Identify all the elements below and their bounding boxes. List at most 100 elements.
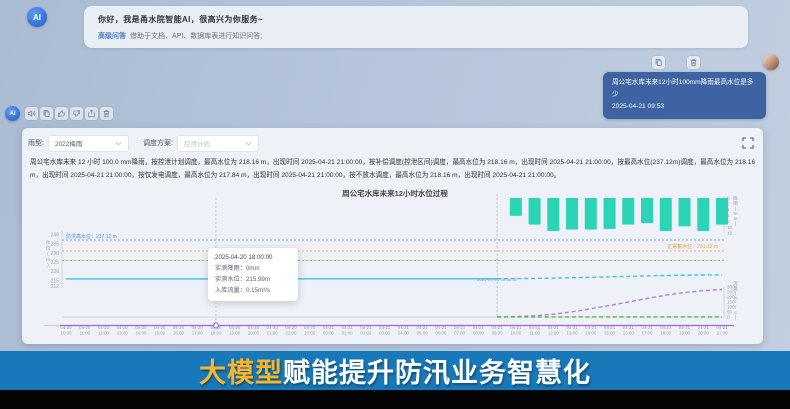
greeting-title: 你好，我是甬水院智能AI，很高兴为你服务~ (98, 14, 734, 25)
x-axis-tick: 04-2110:00 (510, 325, 522, 336)
flow-tick: 0 (727, 315, 730, 320)
x-axis-tick: 04-2113:00 (566, 325, 578, 336)
x-axis-tick: 04-2019:00 (229, 325, 241, 336)
normal-storage-level-label: 正常蓄水位：231.13 m (667, 243, 718, 250)
x-axis-tick: 04-2111:00 (529, 325, 541, 336)
tooltip-row: 实测水位：215.99m (215, 274, 291, 285)
trash-icon (102, 109, 111, 118)
rainfall-tick: 12 (727, 231, 733, 236)
x-axis-tick: 04-2023:00 (304, 325, 316, 336)
water-level-axis-title: ( (47, 251, 49, 256)
user-message-text: 周公宅水库未来12小时100mm降雨最高水位是多少 (612, 77, 757, 101)
x-axis-tick: 04-2013:00 (117, 325, 129, 336)
thumbs-down-button[interactable] (70, 107, 83, 120)
delete-message-button[interactable] (687, 56, 700, 69)
forecast-rainfall (566, 198, 578, 230)
copy-icon (654, 58, 663, 67)
x-axis-tick: 04-2109:00 (491, 325, 503, 336)
assistant-avatar: AI (5, 106, 20, 121)
rainfall-axis-title: ) (735, 221, 737, 226)
fullscreen-icon (742, 137, 754, 149)
x-axis-tick: 04-2117:00 (641, 325, 653, 336)
greeting-subtitle: 高级问答借助于文档、API、数据库表进行知识问答; (98, 31, 734, 41)
x-axis-tick: 04-2015:00 (154, 325, 166, 336)
x-axis-tick: 04-2103:00 (379, 325, 391, 336)
forecast-rainfall (679, 198, 691, 226)
water-level-axis-title: 水 (46, 239, 51, 245)
tooltip-row: 实测降雨：0mm (215, 263, 291, 274)
tooltip-row: 入库流量：0.15m³/s (215, 285, 291, 296)
x-axis-tick: 04-2104:00 (398, 325, 410, 336)
forecast-rainfall (697, 198, 709, 231)
rain-type-label: 雨型: (28, 138, 44, 148)
x-axis-tick: 04-2021:00 (267, 325, 279, 336)
user-avatar (763, 54, 779, 70)
copy-message-button[interactable] (652, 56, 665, 69)
dispatch-plan-select[interactable]: 控泄计划 (177, 135, 259, 152)
response-panel: 雨型: 2022梅雨 调度方案: 控泄计划 周公宅水库未来 12 小时 100.… (22, 128, 763, 344)
x-axis-tick: 04-2119:00 (679, 325, 691, 336)
taskbar (0, 390, 790, 409)
user-message-bubble: 周公宅水库未来12小时100mm降雨最高水位是多少 2025-04-21 09:… (603, 72, 766, 119)
forecast-rainfall (660, 198, 672, 231)
chart-canvas: 周公宅水库未来12小时水位过程 04-2010:00 04-2011:00 04-20… (24, 186, 740, 340)
water-level-tick: 212 (51, 284, 60, 290)
assistant-avatar: AI (27, 7, 47, 27)
export-response-button[interactable] (85, 107, 98, 120)
copy-icon (42, 109, 51, 118)
x-axis-tick: 04-2011:00 (79, 325, 91, 336)
advanced-qa-desc: 借助于文档、API、数据库表进行知识问答; (130, 33, 262, 40)
x-axis-tick: 04-2120:00 (698, 325, 710, 336)
thumbs-up-icon (57, 109, 66, 118)
assistant-greeting-bubble: 你好，我是甬水院智能AI，很高兴为你服务~ 高级问答借助于文档、API、数据库表… (84, 6, 748, 48)
slogan-banner: 大模型赋能提升防汛业务智慧化 (0, 351, 790, 390)
forecast-rainfall (547, 198, 559, 231)
chevron-down-icon (115, 141, 122, 146)
x-axis-tick: 04-2116:00 (623, 325, 635, 336)
water-level-tick: 225 (51, 260, 60, 266)
forecast-summary-text: 周公宅水库未来 12 小时 100.0 mm降雨，按控泄计划调度，最高水位为 2… (30, 157, 756, 183)
water-level-tick: 220 (51, 269, 60, 275)
x-axis-tick: 04-2108:00 (473, 325, 485, 336)
x-axis-tick: 04-2102:00 (360, 325, 372, 336)
delete-response-button[interactable] (100, 107, 113, 120)
x-axis-tick: 04-2016:00 (173, 325, 185, 336)
copy-response-button[interactable] (40, 107, 53, 120)
x-axis-tick: 04-2012:00 (98, 325, 110, 336)
fullscreen-button[interactable] (742, 136, 754, 148)
x-axis-tick: 04-2010:00 (60, 325, 72, 336)
forecast-rainfall (622, 198, 634, 225)
forecast-inflow (497, 290, 722, 318)
x-axis-tick: 04-2112:00 (548, 325, 560, 336)
forecast-rainfall (641, 198, 653, 223)
read-aloud-button[interactable] (25, 107, 38, 120)
water-level-axis-title: m (46, 257, 50, 262)
trash-icon (689, 58, 698, 67)
banner-text: 赋能提升防汛业务智慧化 (283, 351, 591, 390)
flow-axis-title: ) (735, 315, 737, 320)
x-axis-tick: 04-2101:00 (342, 325, 354, 336)
thumbs-up-button[interactable] (55, 107, 68, 120)
time-slider-handle[interactable] (214, 323, 219, 328)
x-axis-tick: 04-2107:00 (454, 325, 466, 336)
water-level-axis-title: 位 (46, 245, 51, 251)
x-axis-tick: 04-2105:00 (416, 325, 428, 336)
chart-title: 周公宅水库未来12小时水位过程 (342, 188, 448, 198)
forecast-rainfall (604, 198, 616, 229)
forecast-rainfall (585, 198, 597, 230)
chart-tooltip: 2025-04-20 18:00:00 实测降雨：0mm 实测水位：215.99… (208, 248, 298, 301)
advanced-qa-tag[interactable]: 高级问答 (98, 33, 126, 40)
rain-type-select[interactable]: 2022梅雨 (48, 135, 129, 152)
thumbs-down-icon (72, 109, 81, 118)
x-axis-tick: 04-2100:00 (323, 325, 335, 336)
user-message-time: 2025-04-21 09:53 (612, 101, 757, 113)
water-level-tick: 230 (51, 251, 60, 257)
forecast-rainfall (510, 198, 522, 216)
x-axis-tick: 04-2121:00 (716, 325, 728, 336)
app-screen: AI 你好，我是甬水院智能AI，很高兴为你服务~ 高级问答借助于文档、API、数… (0, 0, 790, 409)
water-level-axis-title: ) (47, 262, 49, 267)
tooltip-time: 2025-04-20 18:00:00 (215, 252, 291, 263)
filter-bar: 雨型: 2022梅雨 调度方案: 控泄计划 (28, 134, 259, 152)
x-axis-tick: 04-2020:00 (248, 325, 260, 336)
forecast-rainfall (529, 198, 541, 225)
